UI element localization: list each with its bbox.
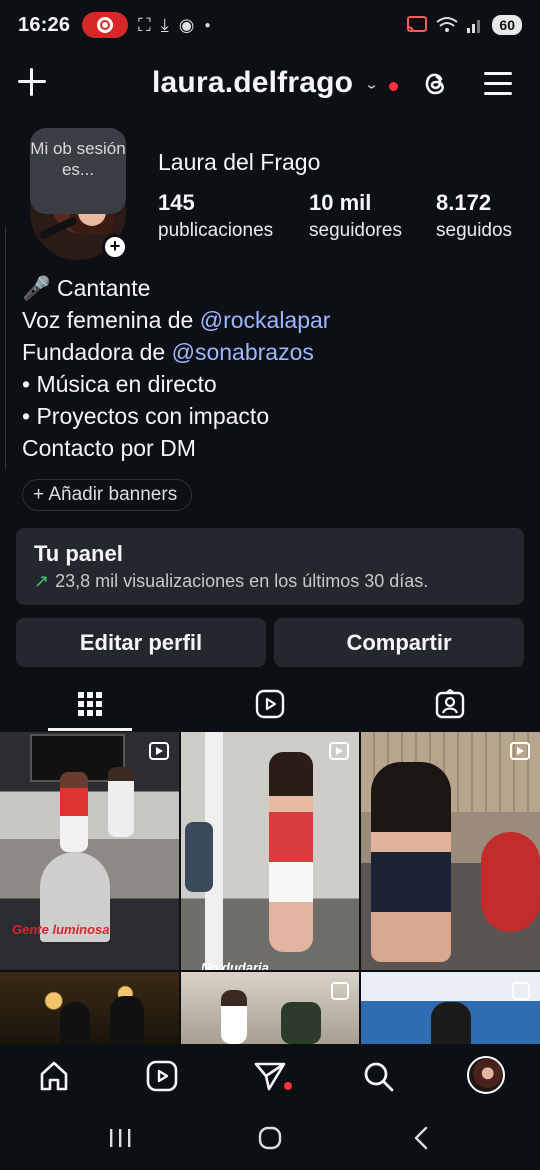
home-icon	[40, 1061, 68, 1091]
wifi-icon	[436, 17, 459, 32]
nav-search[interactable]	[358, 1058, 398, 1094]
create-plus-icon[interactable]	[18, 68, 46, 96]
system-navigation-bar	[0, 1108, 540, 1170]
chevron-down-icon[interactable]: ⌄	[364, 77, 379, 92]
profile-full-name: Laura del Frago	[158, 149, 321, 175]
professional-dashboard[interactable]: Tu panel ↗ 23,8 mil visualizaciones en lo…	[16, 528, 524, 605]
screenshot-icon: ⛶	[138, 14, 151, 35]
grid-post-6[interactable]: R	[361, 972, 540, 1044]
profile-bio: 🎤 Cantante Voz femenina de @rockalapar F…	[22, 272, 330, 464]
bio-text: Voz femenina de	[22, 307, 200, 333]
profile-header: laura.delfrago ⌄	[0, 60, 540, 112]
profile-avatar-area[interactable]: Mi ob sesión es... +	[30, 128, 128, 260]
messages-notification-dot	[284, 1082, 292, 1090]
stat-value: 145	[158, 190, 195, 215]
notification-dot	[389, 82, 398, 91]
bio-text: Fundadora de	[22, 339, 172, 365]
status-bar: 16:26 ⛶ ⤓ ◉ ● 60	[0, 0, 540, 50]
carousel-badge-icon	[331, 982, 349, 1000]
reels-icon	[255, 689, 285, 718]
grid-icon	[78, 691, 102, 716]
grid-post-2[interactable]: No dudaria	[181, 732, 359, 970]
stat-following[interactable]: 8.172 seguidos	[436, 190, 512, 242]
nav-profile-avatar[interactable]	[467, 1056, 505, 1094]
bio-line: 🎤 Cantante	[22, 275, 151, 301]
search-icon	[364, 1062, 394, 1092]
bio-line: Fundadora de @sonabrazos	[22, 336, 330, 368]
stat-followers[interactable]: 10 mil seguidores	[309, 190, 402, 242]
stat-label: publicaciones	[158, 220, 274, 241]
edit-profile-button[interactable]: Editar perfil	[16, 618, 266, 667]
grid-post-1[interactable]: Gente luminosa	[0, 732, 179, 970]
nav-reels[interactable]	[142, 1058, 182, 1094]
bio-line: • Música en directo	[22, 371, 217, 397]
stat-value: 10 mil	[309, 190, 372, 215]
posts-grid: Gente luminosa No dudaria R	[0, 732, 540, 1044]
stat-label: seguidores	[309, 220, 402, 241]
battery-icon: 60	[492, 15, 522, 35]
panel-title: Tu panel	[34, 541, 123, 566]
username-switcher[interactable]: laura.delfrago	[152, 66, 353, 100]
grid-post-5[interactable]	[181, 972, 359, 1044]
stat-posts[interactable]: 145 publicaciones	[158, 190, 273, 242]
post-caption: Gente luminosa	[12, 922, 110, 937]
download-icon: ⤓	[160, 14, 169, 35]
reel-badge-icon	[149, 742, 169, 760]
bio-mention-link[interactable]: @rockalapar	[200, 307, 331, 333]
panel-subtitle: ↗ 23,8 mil visualizaciones en los últimos…	[34, 571, 506, 592]
grid-post-3[interactable]	[361, 732, 540, 970]
bio-line: • Proyectos con impacto	[22, 403, 270, 429]
reels-icon	[146, 1060, 178, 1092]
tagged-icon	[435, 688, 465, 718]
back-button-icon[interactable]	[412, 1126, 432, 1150]
bottom-navigation	[0, 1044, 540, 1108]
stat-label: seguidos	[436, 220, 513, 241]
tab-posts[interactable]	[0, 676, 180, 731]
add-story-plus-icon[interactable]: +	[102, 234, 128, 260]
bio-line: Voz femenina de @rockalapar	[22, 304, 330, 336]
threads-icon[interactable]	[420, 68, 450, 98]
panel-subtitle-text: 23,8 mil visualizaciones en los últimos …	[55, 571, 429, 591]
recent-apps-icon[interactable]	[108, 1128, 132, 1148]
bio-line: Contacto por DM	[22, 435, 196, 461]
grid-post-4[interactable]	[0, 972, 179, 1044]
active-tab-indicator	[48, 728, 132, 731]
reel-badge-icon	[329, 742, 349, 760]
profile-tabs	[0, 676, 540, 731]
signal-icon	[467, 20, 481, 33]
direct-message-icon	[254, 1062, 286, 1091]
home-button-icon[interactable]	[258, 1126, 282, 1150]
share-profile-button[interactable]: Compartir	[274, 618, 524, 667]
tab-tagged[interactable]	[360, 676, 540, 731]
nav-home[interactable]	[34, 1058, 74, 1094]
profile-note-bubble[interactable]: Mi ob sesión es...	[30, 128, 126, 214]
stat-value: 8.172	[436, 190, 492, 215]
shopping-icon: ◉	[178, 14, 195, 35]
post-caption: No dudaria	[201, 960, 269, 970]
trend-up-icon: ↗	[34, 571, 50, 591]
status-time: 16:26	[18, 13, 71, 36]
menu-hamburger-icon[interactable]	[484, 72, 512, 96]
carousel-badge-icon	[512, 982, 530, 1000]
bio-mention-link[interactable]: @sonabrazos	[172, 339, 314, 365]
cast-icon	[407, 16, 428, 33]
edge-panel-handle[interactable]	[0, 226, 6, 470]
add-banners-button[interactable]: + Añadir banners	[22, 479, 193, 511]
more-notifications-icon: ●	[204, 19, 211, 31]
tab-reels[interactable]	[180, 676, 360, 731]
reel-badge-icon	[510, 742, 530, 760]
screen-record-icon[interactable]	[82, 12, 129, 38]
